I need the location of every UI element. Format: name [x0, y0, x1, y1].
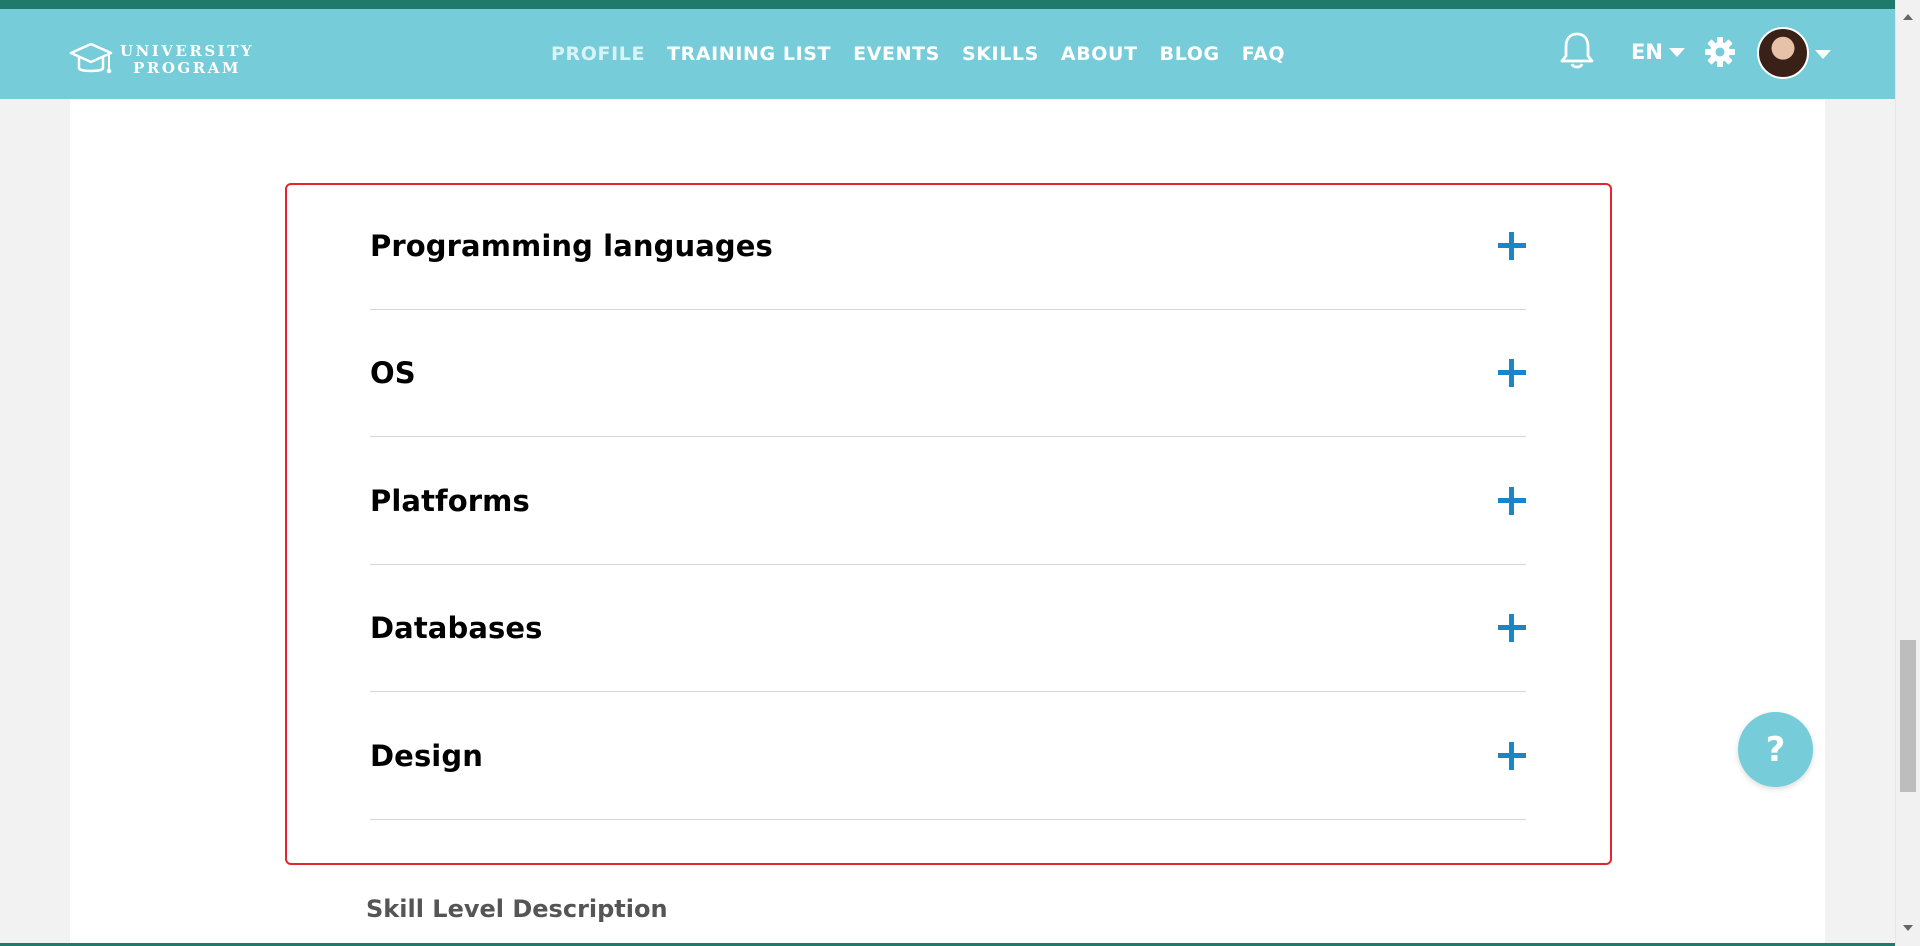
accordion-item-os[interactable]: OS [370, 310, 1526, 437]
avatar-menu-chevron-down-icon[interactable] [1815, 50, 1831, 59]
logo[interactable]: UNIVERSITY PROGRAM [68, 35, 254, 85]
scroll-up-arrow-icon[interactable] [1903, 14, 1913, 20]
accordion-item-platforms[interactable]: Platforms [370, 438, 1526, 565]
nav-item-faq[interactable]: FAQ [1242, 43, 1285, 65]
section-title: Skill Level Description [366, 895, 668, 923]
scroll-down-arrow-icon[interactable] [1903, 925, 1913, 931]
accordion-item-programming-languages[interactable]: Programming languages [370, 183, 1526, 310]
accordion-item-design[interactable]: Design [370, 693, 1526, 820]
plus-icon[interactable] [1498, 487, 1526, 515]
plus-icon[interactable] [1498, 742, 1526, 770]
graduation-cap-icon [69, 42, 113, 74]
language-label: EN [1631, 40, 1663, 64]
logo-line-1: UNIVERSITY [120, 42, 255, 60]
plus-icon[interactable] [1498, 614, 1526, 642]
accordion-label: Platforms [370, 484, 530, 518]
scrollbar-thumb[interactable] [1900, 640, 1916, 792]
accordion-label: OS [370, 356, 416, 390]
plus-icon[interactable] [1498, 232, 1526, 260]
top-accent-strip [0, 0, 1895, 9]
nav-item-events[interactable]: EVENTS [853, 43, 940, 65]
help-button[interactable]: ? [1738, 712, 1813, 787]
plus-icon[interactable] [1498, 359, 1526, 387]
gear-icon[interactable] [1704, 36, 1736, 72]
accordion-item-databases[interactable]: Databases [370, 565, 1526, 692]
bell-icon[interactable] [1558, 30, 1596, 74]
nav-item-skills[interactable]: SKILLS [962, 43, 1039, 65]
language-selector[interactable]: EN [1631, 40, 1685, 64]
accordion-label: Programming languages [370, 229, 773, 263]
nav-item-blog[interactable]: BLOG [1160, 43, 1220, 65]
main-nav: PROFILE TRAINING LIST EVENTS SKILLS ABOU… [551, 9, 1307, 99]
nav-item-profile[interactable]: PROFILE [551, 43, 645, 65]
chevron-down-icon [1668, 47, 1685, 57]
logo-line-2: PROGRAM [133, 59, 241, 77]
vertical-scrollbar[interactable] [1895, 0, 1920, 946]
nav-item-about[interactable]: ABOUT [1061, 43, 1138, 65]
nav-item-training-list[interactable]: TRAINING LIST [667, 43, 831, 65]
avatar[interactable] [1757, 27, 1809, 79]
logo-text: UNIVERSITY PROGRAM [120, 43, 254, 77]
accordion-label: Databases [370, 611, 543, 645]
accordion-label: Design [370, 739, 483, 773]
